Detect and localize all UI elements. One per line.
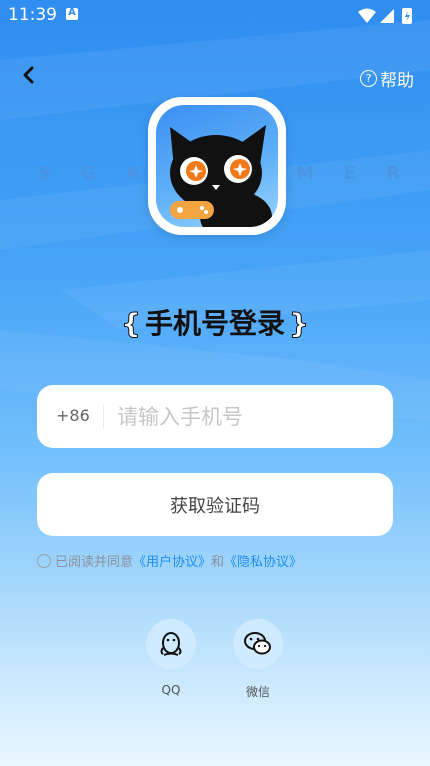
phone-input[interactable] [117, 399, 377, 435]
brand-watermark-right: MER [296, 163, 430, 184]
qq-icon-circle [146, 619, 196, 669]
notification-icon: A [66, 7, 78, 20]
back-button[interactable] [14, 60, 46, 92]
wechat-login-button[interactable]: 微信 [232, 619, 284, 700]
country-code-selector[interactable]: +86 [56, 406, 90, 425]
agreement-prefix: 已阅读并同意 [55, 555, 134, 570]
agreement-checkbox[interactable] [37, 553, 51, 568]
user-agreement-link[interactable]: 《用户协议》 [133, 551, 211, 570]
qq-login-button[interactable]: QQ [145, 619, 197, 697]
qq-label: QQ [161, 683, 181, 697]
field-divider [103, 405, 104, 429]
title-open-brace: { [121, 307, 142, 341]
help-label: 帮助 [380, 71, 414, 91]
notification-letter: A [68, 7, 76, 18]
app-logo-background [156, 105, 278, 227]
wechat-icon [244, 632, 271, 655]
agreement-conjunction: 和 [211, 555, 225, 570]
qq-penguin-icon [160, 632, 182, 656]
agreement-row: 已阅读并同意 《用户协议》 和 《隐私协议》 [37, 551, 302, 570]
app-logo [148, 97, 286, 235]
help-circle-icon: ? [360, 70, 377, 87]
get-code-button[interactable]: 获取验证码 [37, 473, 393, 536]
status-bar: 11:39 A [0, 0, 430, 30]
privacy-policy-link[interactable]: 《隐私协议》 [224, 551, 302, 570]
wechat-icon-circle [233, 619, 283, 669]
cat-mascot-icon [170, 125, 272, 227]
status-time: 11:39 [8, 5, 57, 25]
help-button[interactable]: ? 帮助 [360, 66, 414, 91]
wifi-icon [358, 8, 376, 23]
title-close-brace: } [289, 307, 310, 341]
signal-icon [380, 9, 394, 23]
wechat-label: 微信 [245, 685, 270, 699]
back-arrow-icon [23, 66, 34, 84]
system-icons [358, 8, 412, 24]
page-title: {手机号登录} [0, 302, 430, 342]
title-text: 手机号登录 [144, 307, 285, 340]
phone-field: +86 [37, 385, 393, 448]
